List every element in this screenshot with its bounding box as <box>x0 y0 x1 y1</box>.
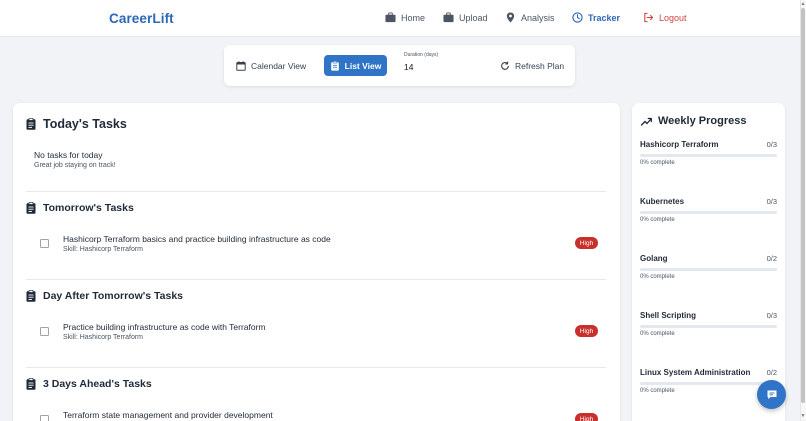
empty-state-subtitle: Great job staying on track! <box>34 162 116 169</box>
progress-bar <box>640 382 777 385</box>
view-controls: Calendar View List View Duration (days) … <box>224 45 575 86</box>
list-view-button[interactable]: List View <box>324 55 387 76</box>
clipboard-icon <box>26 290 36 302</box>
clipboard-icon <box>330 60 339 71</box>
day-after-section-title: Day After Tomorrow's Tasks <box>26 290 183 302</box>
map-pin-icon <box>506 12 515 23</box>
task-checkbox[interactable] <box>40 415 49 421</box>
nav-analysis[interactable]: Analysis <box>505 12 555 23</box>
progress-count: 0/3 <box>766 197 777 206</box>
refresh-plan-button[interactable]: Refresh Plan <box>500 55 564 76</box>
progress-skill-name: Golang <box>640 254 668 263</box>
progress-bar <box>640 211 777 214</box>
task-checkbox[interactable] <box>40 327 49 336</box>
logout-icon <box>644 12 654 23</box>
calendar-view-button[interactable]: Calendar View <box>234 55 308 76</box>
progress-count: 0/3 <box>766 140 777 149</box>
weekly-progress-title-text: Weekly Progress <box>658 115 747 127</box>
priority-badge: High <box>575 325 598 337</box>
nav-tracker-label: Tracker <box>588 12 621 23</box>
clock-icon <box>572 12 583 23</box>
nav-logout-label: Logout <box>659 12 687 23</box>
nav-upload[interactable]: Upload <box>443 12 488 23</box>
calendar-view-label: Calendar View <box>251 60 307 71</box>
progress-item: Hashicorp Terraform 0/3 0% complete <box>640 140 777 170</box>
progress-item: Golang 0/2 0% complete <box>640 254 777 284</box>
progress-bar <box>640 325 777 328</box>
three-days-section-title: 3 Days Ahead's Tasks <box>26 378 152 390</box>
today-title-text: Today's Tasks <box>43 117 127 131</box>
task-skill: Skill: Hashicorp Terraform <box>63 334 144 341</box>
task-row: Terraform state management and provider … <box>26 410 606 421</box>
task-title: Hashicorp Terraform basics and practice … <box>63 234 331 244</box>
weekly-progress-card: Weekly Progress Hashicorp Terraform 0/3 … <box>632 103 785 421</box>
three-days-title-text: 3 Days Ahead's Tasks <box>43 378 152 390</box>
progress-skill-name: Kubernetes <box>640 197 685 206</box>
duration-input[interactable] <box>404 60 484 74</box>
list-view-label: List View <box>344 60 382 71</box>
refresh-icon <box>501 61 509 70</box>
priority-badge: High <box>575 237 598 249</box>
progress-bar <box>640 154 777 157</box>
day-after-title-text: Day After Tomorrow's Tasks <box>43 290 184 302</box>
chat-icon <box>767 390 776 399</box>
nav-upload-label: Upload <box>459 12 488 23</box>
progress-percent: 0% complete <box>640 160 675 166</box>
today-section-title: Today's Tasks <box>26 117 127 131</box>
task-checkbox[interactable] <box>40 239 49 248</box>
scrollbar-thumb[interactable] <box>801 8 805 403</box>
clipboard-icon <box>26 118 36 130</box>
scroll-down-arrow[interactable]: ▼ <box>800 413 806 419</box>
progress-skill-name: Shell Scripting <box>640 311 697 320</box>
clipboard-icon <box>26 378 36 390</box>
progress-skill-name: Linux System Administration <box>640 368 751 377</box>
section-divider <box>26 279 606 280</box>
task-row: Hashicorp Terraform basics and practice … <box>26 234 606 260</box>
nav-tracker[interactable]: Tracker <box>572 12 620 23</box>
progress-count: 0/2 <box>766 254 777 263</box>
task-list-card: Today's Tasks No tasks for today Great j… <box>13 103 620 421</box>
nav-analysis-label: Analysis <box>521 12 555 23</box>
progress-skill-name: Hashicorp Terraform <box>640 140 719 149</box>
section-divider <box>26 367 606 368</box>
section-divider <box>26 191 606 192</box>
priority-badge: High <box>575 413 598 421</box>
clipboard-icon <box>26 202 36 214</box>
progress-count: 0/2 <box>766 368 777 377</box>
calendar-icon <box>236 60 246 71</box>
top-navbar: CareerLift Home Upload Analysis Tracker … <box>0 0 800 37</box>
tomorrow-title-text: Tomorrow's Tasks <box>43 202 134 214</box>
task-skill: Skill: Hashicorp Terraform <box>63 246 144 253</box>
nav-home-label: Home <box>401 12 426 23</box>
progress-count: 0/3 <box>766 311 777 320</box>
task-title: Terraform state management and provider … <box>63 410 273 420</box>
refresh-plan-label: Refresh Plan <box>515 60 565 71</box>
progress-percent: 0% complete <box>640 274 675 280</box>
chat-button[interactable] <box>757 380 786 409</box>
progress-item: Shell Scripting 0/3 0% complete <box>640 311 777 341</box>
progress-percent: 0% complete <box>640 331 675 337</box>
nav-logout[interactable]: Logout <box>643 12 687 23</box>
task-row: Practice building infrastructure as code… <box>26 322 606 348</box>
briefcase-icon <box>385 12 396 23</box>
scroll-up-arrow[interactable]: ▲ <box>800 1 806 7</box>
nav-home[interactable]: Home <box>385 12 425 23</box>
progress-percent: 0% complete <box>640 388 675 394</box>
weekly-progress-title: Weekly Progress <box>641 115 746 127</box>
progress-percent: 0% complete <box>640 217 675 223</box>
task-title: Practice building infrastructure as code… <box>63 322 266 332</box>
tomorrow-section-title: Tomorrow's Tasks <box>26 202 134 214</box>
brand-logo[interactable]: CareerLift <box>109 11 174 26</box>
empty-state-title: No tasks for today <box>34 150 103 160</box>
duration-label: Duration (days) <box>404 52 439 58</box>
briefcase-icon <box>443 12 454 23</box>
progress-item: Kubernetes 0/3 0% complete <box>640 197 777 227</box>
progress-bar <box>640 268 777 271</box>
trending-up-icon <box>641 117 652 126</box>
